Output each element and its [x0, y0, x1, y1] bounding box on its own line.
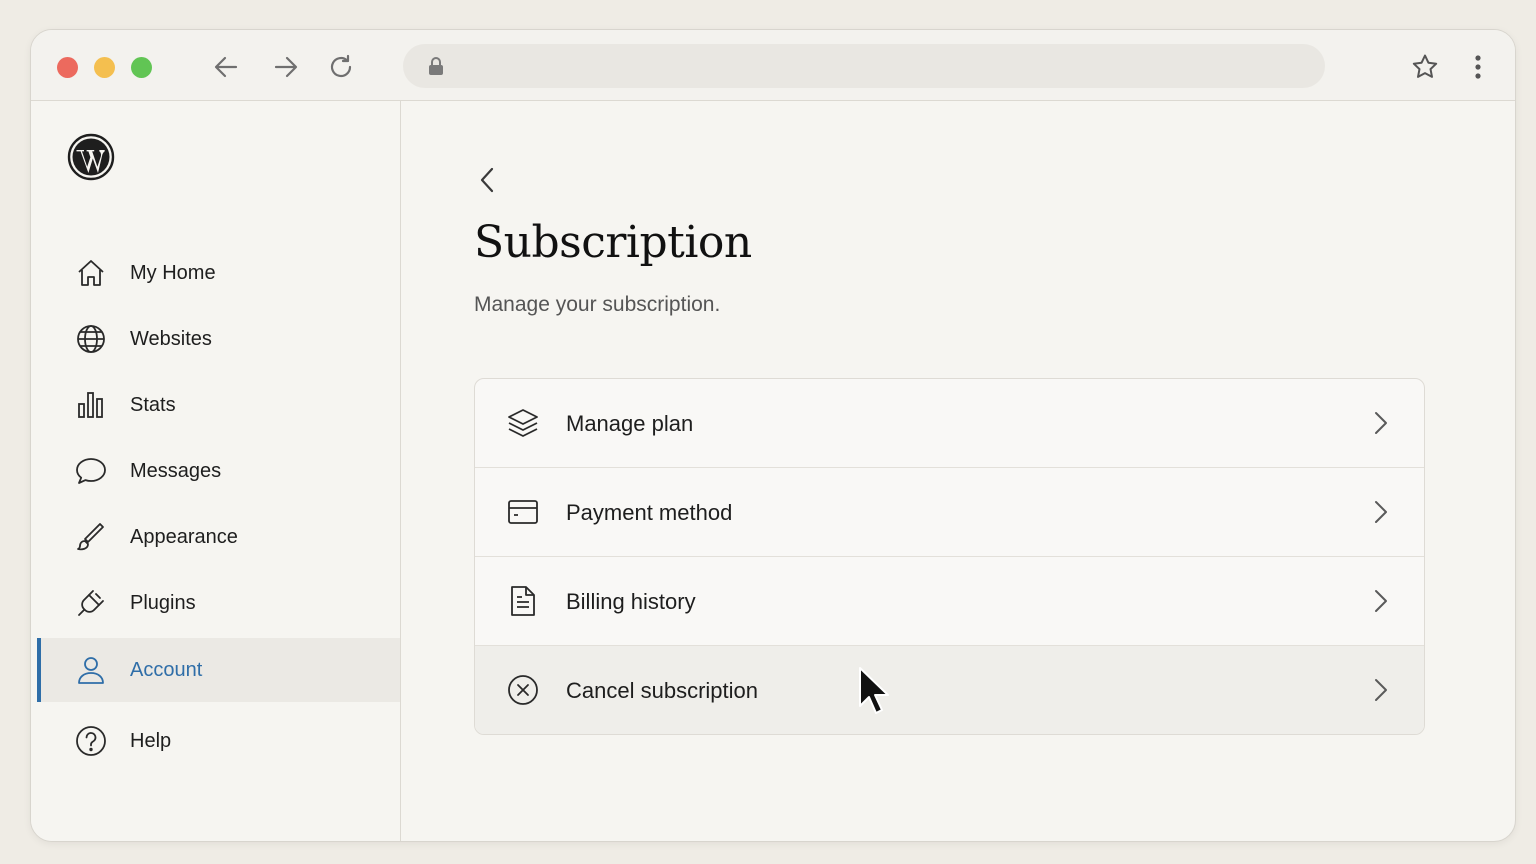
home-icon — [75, 257, 107, 289]
close-window-button[interactable] — [57, 57, 78, 78]
row-label: Payment method — [566, 500, 733, 525]
minimize-window-button[interactable] — [94, 57, 115, 78]
sidebar-item-label: Stats — [130, 393, 176, 416]
sidebar-item-plugins[interactable]: Plugins — [37, 571, 400, 635]
sidebar-item-label: Websites — [130, 327, 212, 350]
sidebar-item-my-home[interactable]: My Home — [37, 241, 400, 305]
subscription-options-list: Manage plan Payment method Billing histo — [474, 378, 1425, 735]
back-arrow-icon[interactable] — [211, 52, 241, 82]
user-icon — [75, 654, 107, 686]
plug-icon — [75, 587, 107, 619]
address-bar[interactable] — [403, 44, 1325, 88]
maximize-window-button[interactable] — [131, 57, 152, 78]
document-icon — [507, 585, 539, 617]
browser-toolbar — [31, 30, 1515, 101]
reload-icon[interactable] — [326, 52, 356, 82]
main-content: Subscription Manage your subscription. M… — [401, 101, 1515, 841]
payment-method-row[interactable]: Payment method — [475, 468, 1424, 557]
row-label: Cancel subscription — [566, 678, 758, 703]
back-chevron-icon[interactable] — [473, 165, 503, 195]
sidebar-item-help[interactable]: Help — [37, 709, 400, 773]
sidebar-item-appearance[interactable]: Appearance — [37, 505, 400, 569]
sidebar-item-label: Plugins — [130, 591, 196, 614]
credit-card-icon — [507, 496, 539, 528]
page-title: Subscription — [474, 217, 752, 268]
browser-window: My Home Websites Stats Messages Appearan… — [30, 29, 1516, 842]
help-icon — [75, 725, 107, 757]
sidebar-item-account[interactable]: Account — [37, 638, 400, 702]
star-icon[interactable] — [1410, 52, 1440, 82]
page-subtitle: Manage your subscription. — [474, 293, 721, 316]
chat-bubble-icon — [75, 455, 107, 487]
lock-icon — [425, 55, 447, 77]
forward-arrow-icon[interactable] — [271, 52, 301, 82]
chevron-right-icon — [1368, 678, 1392, 702]
billing-history-row[interactable]: Billing history — [475, 557, 1424, 646]
sidebar-item-label: My Home — [130, 261, 216, 284]
chevron-right-icon — [1368, 411, 1392, 435]
sidebar-item-messages[interactable]: Messages — [37, 439, 400, 503]
more-vertical-icon[interactable] — [1463, 52, 1493, 82]
cancel-subscription-row[interactable]: Cancel subscription — [475, 646, 1424, 734]
sidebar: My Home Websites Stats Messages Appearan… — [31, 101, 401, 841]
sidebar-item-websites[interactable]: Websites — [37, 307, 400, 371]
sidebar-item-label: Messages — [130, 459, 222, 482]
chevron-right-icon — [1368, 589, 1392, 613]
bar-chart-icon — [75, 389, 107, 421]
manage-plan-row[interactable]: Manage plan — [475, 379, 1424, 468]
chevron-right-icon — [1368, 500, 1392, 524]
sidebar-item-label: Appearance — [130, 525, 238, 548]
sidebar-item-label: Account — [130, 658, 203, 681]
layers-icon — [507, 407, 539, 439]
row-label: Manage plan — [566, 411, 694, 436]
row-label: Billing history — [566, 589, 696, 614]
sidebar-item-stats[interactable]: Stats — [37, 373, 400, 437]
wordpress-logo[interactable] — [67, 133, 115, 181]
globe-icon — [75, 323, 107, 355]
sidebar-item-label: Help — [130, 729, 172, 752]
brush-icon — [75, 521, 107, 553]
mouse-cursor-icon — [856, 666, 892, 716]
cancel-circle-icon — [507, 674, 539, 706]
